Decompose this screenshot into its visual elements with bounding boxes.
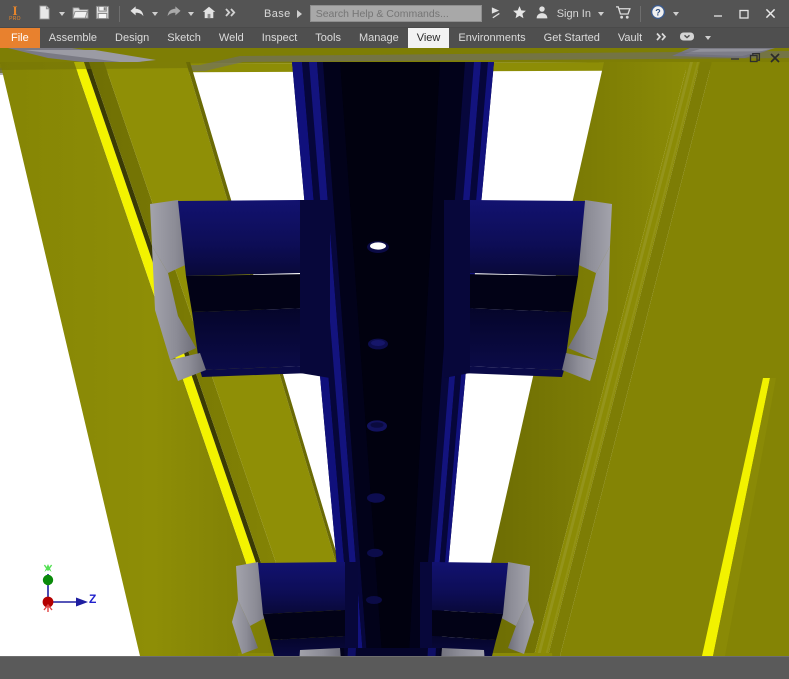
ribbon-tab-bar: File Assemble Design Sketch Weld Inspect… (0, 28, 789, 48)
tab-get-started[interactable]: Get Started (535, 28, 609, 48)
axis-label-z: Z (89, 592, 97, 606)
minimize-icon (714, 14, 722, 17)
window-minimize-button[interactable] (705, 3, 731, 25)
star-icon (512, 5, 527, 23)
open-folder-icon (71, 5, 89, 23)
quick-access-toolbar: I PRO Base Search Help & Commands... Sig… (0, 0, 789, 28)
new-document-button[interactable] (34, 3, 54, 25)
double-chevron-right-icon (224, 7, 238, 21)
share-view-button[interactable] (488, 3, 508, 25)
active-project-label: Base (264, 7, 291, 20)
window-maximize-button[interactable] (731, 3, 757, 25)
close-icon (770, 53, 780, 63)
share-view-icon (490, 5, 505, 23)
help-button[interactable]: ? (648, 3, 668, 25)
qat-right-group: ? (594, 3, 789, 25)
document-minimize-button[interactable] (725, 49, 745, 67)
tab-assemble[interactable]: Assemble (40, 28, 106, 48)
tab-vault[interactable]: Vault (609, 28, 651, 48)
store-button[interactable] (613, 3, 633, 25)
redo-arrow-icon (165, 5, 182, 23)
new-document-icon (37, 4, 52, 23)
person-icon (535, 5, 549, 23)
shopping-cart-icon (615, 5, 632, 23)
ribbon-toggle-icon (679, 31, 695, 45)
status-bar (0, 656, 789, 679)
redo-dropdown-icon[interactable] (188, 11, 194, 16)
undo-arrow-icon (129, 5, 146, 23)
document-window-controls (725, 49, 785, 67)
close-icon (765, 8, 775, 19)
save-disk-icon (95, 5, 110, 23)
tab-design[interactable]: Design (106, 28, 158, 48)
window-close-button[interactable] (757, 3, 783, 25)
inventor-application-window: I PRO Base Search Help & Commands... Sig… (0, 0, 789, 679)
open-document-button[interactable] (70, 3, 90, 25)
tab-view[interactable]: View (407, 28, 450, 48)
minimize-icon (731, 58, 739, 60)
qat-divider-2 (640, 5, 641, 22)
logo-sub-label: PRO (9, 16, 21, 22)
minimize-ribbon-dropdown[interactable] (700, 28, 716, 48)
axis-triad-indicator[interactable]: Y Z (26, 558, 106, 628)
help-dropdown-icon[interactable] (673, 11, 679, 16)
model-viewport-3d[interactable]: Y Z (0, 48, 789, 656)
tab-inspect[interactable]: Inspect (253, 28, 306, 48)
sign-in-dropdown-icon[interactable] (598, 11, 604, 16)
qat-overflow-button[interactable] (221, 3, 241, 25)
tab-file[interactable]: File (0, 28, 40, 48)
tab-sketch[interactable]: Sketch (158, 28, 210, 48)
favorites-button[interactable] (510, 3, 530, 25)
logo-letter: I (12, 3, 18, 18)
home-icon (201, 5, 217, 23)
application-logo[interactable]: I PRO (2, 1, 28, 27)
sign-in-label[interactable]: Sign In (557, 8, 591, 20)
double-chevron-right-icon (656, 32, 669, 45)
tab-tools[interactable]: Tools (306, 28, 350, 48)
save-button[interactable] (92, 3, 112, 25)
search-input[interactable] (309, 5, 482, 22)
ribbon-overflow-button[interactable] (651, 28, 674, 48)
help-circle-icon: ? (650, 4, 666, 23)
tab-environments[interactable]: Environments (449, 28, 534, 48)
new-document-dropdown-icon[interactable] (59, 11, 65, 16)
tab-weld[interactable]: Weld (210, 28, 253, 48)
tab-manage[interactable]: Manage (350, 28, 408, 48)
redo-button[interactable] (163, 3, 183, 25)
minimize-ribbon-button[interactable] (674, 28, 700, 48)
user-account-button[interactable] (532, 3, 552, 25)
chevron-right-icon[interactable] (296, 9, 302, 18)
document-close-button[interactable] (765, 49, 785, 67)
document-restore-button[interactable] (745, 49, 765, 67)
qat-divider-1 (119, 5, 120, 22)
restore-icon (749, 52, 761, 63)
undo-button[interactable] (127, 3, 147, 25)
svg-text:?: ? (655, 8, 661, 18)
maximize-icon (739, 9, 749, 19)
model-scene (0, 48, 789, 656)
chevron-down-icon (705, 36, 712, 40)
home-button[interactable] (199, 3, 219, 25)
undo-dropdown-icon[interactable] (152, 11, 158, 16)
